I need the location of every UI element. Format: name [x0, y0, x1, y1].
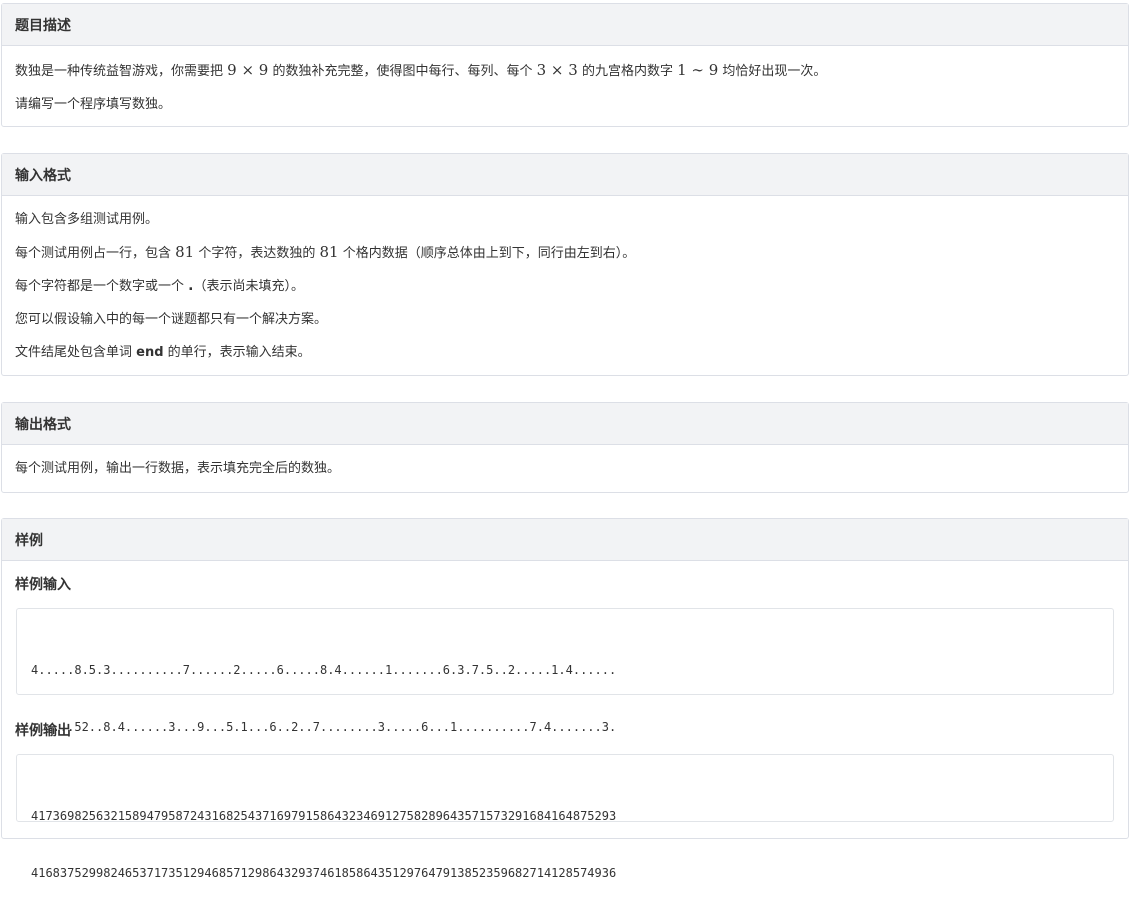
- math-3x3: 3 × 3: [536, 61, 578, 79]
- sample-input-line: 4.....8.5.3..........7......2.....6.....…: [31, 663, 617, 677]
- sample-header: 样例: [2, 519, 1128, 561]
- sample-card: 样例 样例输入 4.....8.5.3..........7......2...…: [1, 518, 1129, 880]
- math-81: 81: [175, 243, 195, 261]
- text: 的九宫格内数字: [577, 64, 678, 79]
- input-paragraph-5: 文件结尾处包含单词 end 的单行，表示输入结束。: [15, 343, 1128, 362]
- description-paragraph-2: 请编写一个程序填写数独。: [15, 97, 172, 112]
- keyword-end: end: [136, 345, 164, 360]
- sample-input-label: 样例输入: [15, 577, 71, 593]
- output-format-title: 输出格式: [15, 416, 71, 433]
- description-paragraph-1: 数独是一种传统益智游戏，你需要把 9 × 9 的数独补充完整，使得图中每行、每列…: [15, 61, 1128, 81]
- text: 每个测试用例占一行，包含: [15, 246, 176, 261]
- input-paragraph-1: 输入包含多组测试用例。: [15, 212, 159, 227]
- description-header: 题目描述: [2, 4, 1128, 46]
- text: 个格内数据（顺序总体由上到下，同行由左到右）。: [338, 246, 636, 261]
- input-format-card: 输入格式 输入包含多组测试用例。 每个测试用例占一行，包含 81 个字符，表达数…: [1, 153, 1129, 376]
- output-paragraph-1: 每个测试用例，输出一行数据，表示填充完全后的数独。: [15, 461, 341, 476]
- sample-output-line: 4168375299824653717351294685712986432937…: [31, 866, 617, 880]
- output-format-header: 输出格式: [2, 403, 1128, 445]
- sample-input-line: ......52..8.4......3...9...5.1...6..2..7…: [31, 720, 617, 734]
- sample-input-code-block[interactable]: 4.....8.5.3..........7......2.....6.....…: [16, 608, 1114, 791]
- description-title: 题目描述: [15, 17, 71, 34]
- math-9x9: 9 × 9: [227, 61, 269, 79]
- text: 文件结尾处包含单词: [15, 345, 137, 360]
- text: 数独是一种传统益智游戏，你需要把: [15, 64, 228, 79]
- math-1-to-9: 1 ∼ 9: [677, 61, 719, 79]
- description-card: 题目描述 数独是一种传统益智游戏，你需要把 9 × 9 的数独补充完整，使得图中…: [1, 3, 1129, 127]
- math-81: 81: [319, 243, 339, 261]
- sample-output-code-block[interactable]: 4173698256321589479587243168254371697915…: [16, 754, 1114, 880]
- text: （表示尚未填充）。: [193, 279, 304, 294]
- text: 个字符，表达数独的: [194, 246, 320, 261]
- input-paragraph-2: 每个测试用例占一行，包含 81 个字符，表达数独的 81 个格内数据（顺序总体由…: [15, 243, 1128, 263]
- sample-title: 样例: [15, 532, 43, 549]
- input-format-header: 输入格式: [2, 154, 1128, 196]
- input-format-title: 输入格式: [15, 167, 71, 184]
- sample-output-line: 4173698256321589479587243168254371697915…: [31, 809, 617, 823]
- sample-output-label: 样例输出: [15, 723, 71, 739]
- input-paragraph-3: 每个字符都是一个数字或一个 .（表示尚未填充）。: [15, 277, 1128, 296]
- text: 均恰好出现一次。: [718, 64, 827, 79]
- text: 的数独补充完整，使得图中每行、每列、每个: [268, 64, 537, 79]
- text: 每个字符都是一个数字或一个: [15, 279, 189, 294]
- output-format-card: 输出格式 每个测试用例，输出一行数据，表示填充完全后的数独。: [1, 402, 1129, 493]
- text: 的单行，表示输入结束。: [163, 345, 311, 360]
- input-paragraph-4: 您可以假设输入中的每一个谜题都只有一个解决方案。: [15, 312, 328, 327]
